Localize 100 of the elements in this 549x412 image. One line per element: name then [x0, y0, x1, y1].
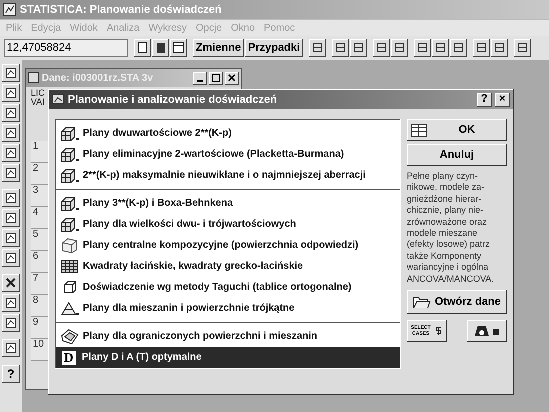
item-label: Doświadczenie wg metody Taguchi (tablice ortogonalne) [83, 282, 352, 293]
tool-button[interactable] [373, 39, 390, 57]
window-title: STATISTICA: Planowanie doświadczeń [20, 4, 222, 16]
cube-icon [60, 216, 80, 232]
tool-icon [5, 147, 17, 159]
row-number: 4 [31, 207, 49, 229]
tool-button[interactable] [514, 39, 532, 57]
tool-icon [352, 42, 365, 54]
tool-button[interactable] [2, 104, 20, 122]
list-item[interactable]: Plany dla mieszanin i powierzchnie trójkątne [56, 298, 400, 319]
item-label: Plany dla ograniczonych powierzchni i mieszanin [83, 331, 318, 342]
list-item[interactable]: Plany dwuwartościowe 2**(K-p) [56, 123, 400, 144]
tool-button[interactable] [2, 294, 20, 312]
close-icon [228, 74, 236, 82]
tool-button[interactable] [391, 39, 408, 57]
list-item[interactable]: Plany eliminacyjne 2-wartościowe (Placketta-Burmana) [56, 144, 400, 165]
tool-button[interactable] [414, 39, 432, 57]
cancel-button[interactable]: Anuluj [407, 144, 507, 166]
value-field[interactable]: 12,47058824 [4, 39, 128, 57]
x-icon [5, 277, 17, 289]
tool-icon [5, 127, 17, 139]
toolbar-button[interactable]: Zmienne [193, 39, 244, 57]
row-number: 1 [31, 141, 49, 163]
document-icon [136, 42, 148, 54]
tool-button[interactable] [2, 274, 20, 292]
cube-icon [60, 196, 80, 212]
app-icon [3, 2, 17, 16]
tool-button[interactable] [491, 39, 508, 57]
tool-button[interactable] [2, 144, 20, 162]
item-label: Plany 3**(K-p) i Boxa-Behnkena [83, 198, 234, 209]
tool-button[interactable] [152, 39, 169, 57]
row-number: 3 [31, 185, 49, 207]
tool-button[interactable] [170, 39, 187, 57]
row-number: 7 [31, 273, 49, 295]
tool-button[interactable] [432, 39, 450, 57]
list-item[interactable]: D Plany D i A (T) optymalne [56, 347, 400, 368]
tool-button[interactable] [2, 314, 20, 332]
tool-button[interactable] [473, 39, 490, 57]
description-text: Pełne plany czyn- nikowe, modele za- gnieżdżone hierar- chicznie, plany nie- zrównoważone oraz modele mieszane (efekty losowe) patrz także Komponenty wariancyjne i ogólna ANCOVA/MANCOVA. [407, 171, 496, 286]
tool-icon [5, 212, 17, 224]
cube-icon [60, 146, 80, 162]
tool-icon [5, 167, 17, 179]
item-label: Plany centralne kompozycyjne (powierzchnia odpowiedzi) [83, 240, 359, 251]
variable-label: VAI [31, 98, 45, 107]
row-number: 10 [31, 339, 49, 361]
list-item[interactable]: Kwadraty łacińskie, kwadraty grecko-łacińskie [56, 256, 400, 277]
tool-button[interactable] [134, 39, 151, 57]
row-number: 9 [31, 317, 49, 339]
table-icon [172, 42, 184, 54]
list-item[interactable]: 2**(K-p) maksymalnie nieuwikłane i o najmniejszej aberracji [56, 165, 400, 186]
window-icon [28, 72, 40, 84]
list-item[interactable]: Plany dla wielkości dwu- i trójwartościowych [56, 214, 400, 235]
weight-button[interactable] [467, 320, 507, 342]
tool-button[interactable] [350, 39, 368, 57]
tool-button[interactable] [2, 64, 20, 82]
tool-button[interactable] [2, 249, 20, 267]
row-number: 5 [31, 229, 49, 251]
tool-button[interactable] [2, 229, 20, 247]
toolbar-button[interactable]: Przypadki [245, 39, 304, 57]
dialog-icon [52, 93, 65, 106]
tool-button[interactable] [2, 124, 20, 142]
tool-button[interactable] [309, 39, 326, 57]
tool-button[interactable] [332, 39, 350, 57]
close-button[interactable] [225, 72, 239, 84]
list-item[interactable]: Plany dla ograniczonych powierzchni i mieszanin [56, 326, 400, 347]
list-item[interactable]: Doświadczenie wg metody Taguchi (tablice ortogonalne) [56, 277, 400, 298]
tool-button[interactable] [450, 39, 468, 57]
row-number: 2 [31, 163, 49, 185]
item-label: Plany dla mieszanin i powierzchnie trójkątne [83, 303, 295, 314]
tool-icon [5, 67, 17, 79]
list-item[interactable]: Plany centralne kompozycyjne (powierzchnia odpowiedzi) [56, 235, 400, 256]
tool-button[interactable] [2, 164, 20, 182]
minimize-button[interactable] [193, 72, 207, 84]
item-label: Plany dwuwartościowe 2**(K-p) [83, 128, 232, 139]
help-button[interactable]: ? [477, 92, 492, 106]
tool-icon [452, 42, 465, 54]
ok-button[interactable]: OK [407, 119, 507, 141]
tool-icon [334, 42, 347, 54]
grid-icon [60, 258, 80, 274]
dialog-title: Planowanie i analizowanie doświadczeń [68, 94, 278, 106]
list-item[interactable]: Plany 3**(K-p) i Boxa-Behnkena [56, 193, 400, 214]
tool-icon [5, 297, 17, 309]
tool-icon [5, 342, 17, 354]
maximize-button[interactable] [209, 72, 223, 84]
row-number: 6 [31, 251, 49, 273]
open-data-button[interactable]: Otwórz dane [407, 290, 507, 314]
letter-icon: D [62, 350, 76, 364]
tool-button[interactable] [2, 84, 20, 102]
tool-button[interactable] [2, 189, 20, 207]
help-button[interactable]: ? [2, 365, 20, 383]
variable-label: LIC [31, 89, 46, 98]
maximize-icon [212, 74, 220, 82]
close-button[interactable]: × [495, 92, 510, 106]
tool-icon [394, 42, 406, 54]
tool-button[interactable] [2, 339, 20, 357]
item-label: Plany D i A (T) optymalne [82, 352, 202, 363]
item-label: Plany eliminacyjne 2-wartościowe (Placketta-Burmana) [83, 149, 344, 160]
tool-icon [312, 42, 324, 54]
tool-icon [5, 192, 17, 204]
tool-button[interactable] [2, 209, 20, 227]
